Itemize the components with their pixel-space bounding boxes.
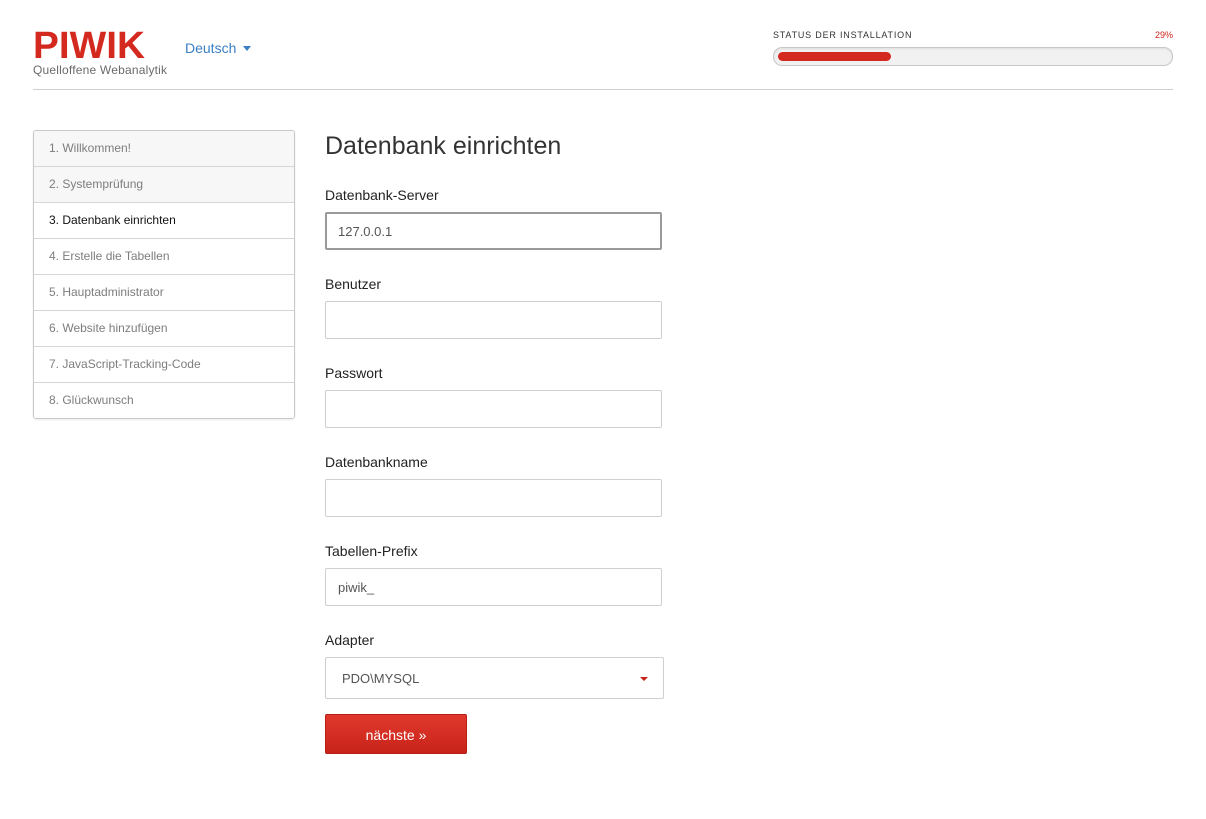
header-divider: [33, 89, 1173, 90]
adapter-value: PDO\MYSQL: [342, 670, 420, 686]
page-title: Datenbank einrichten: [325, 132, 562, 160]
step-item: 5. Hauptadministrator: [34, 274, 294, 310]
step-item: 8. Glückwunsch: [34, 382, 294, 418]
tagline: Quelloffene Webanalytik: [33, 63, 168, 77]
server-label: Datenbank-Server: [325, 187, 439, 203]
step-item: 7. JavaScript-Tracking-Code: [34, 346, 294, 382]
installation-percent: 29%: [1154, 30, 1173, 40]
piwik-logo[interactable]: PIWIK: [33, 27, 145, 60]
prefix-input[interactable]: [325, 568, 662, 606]
language-selector[interactable]: Deutsch: [185, 40, 252, 56]
step-item: 3. Datenbank einrichten: [34, 202, 294, 238]
server-input[interactable]: [325, 212, 662, 250]
next-button[interactable]: nächste »: [325, 714, 467, 754]
svg-text:PIWIK: PIWIK: [33, 27, 145, 60]
dbname-label: Datenbankname: [325, 454, 428, 470]
installation-status: STATUS DER INSTALLATION 29%: [773, 30, 1173, 66]
prefix-label: Tabellen-Prefix: [325, 543, 418, 559]
user-label: Benutzer: [325, 276, 382, 292]
dbname-input[interactable]: [325, 479, 662, 517]
adapter-select[interactable]: PDO\MYSQL: [325, 657, 664, 699]
password-input[interactable]: [325, 390, 662, 428]
user-input[interactable]: [325, 301, 662, 339]
password-label: Passwort: [325, 365, 383, 381]
language-label: Deutsch: [185, 40, 237, 56]
step-item: 2. Systemprüfung: [34, 166, 294, 202]
installation-steps: 1. Willkommen! 2. Systemprüfung 3. Daten…: [33, 130, 295, 419]
installation-progress-fill: [778, 52, 891, 61]
installation-status-label: STATUS DER INSTALLATION: [773, 30, 913, 40]
caret-down-icon: [640, 677, 648, 681]
adapter-label: Adapter: [325, 632, 375, 648]
step-item: 6. Website hinzufügen: [34, 310, 294, 346]
installation-progress-bar: [773, 47, 1173, 66]
step-item: 4. Erstelle die Tabellen: [34, 238, 294, 274]
chevron-down-icon: [243, 45, 252, 51]
step-item: 1. Willkommen!: [34, 131, 294, 166]
piwik-logo-mark: PIWIK: [33, 27, 145, 60]
